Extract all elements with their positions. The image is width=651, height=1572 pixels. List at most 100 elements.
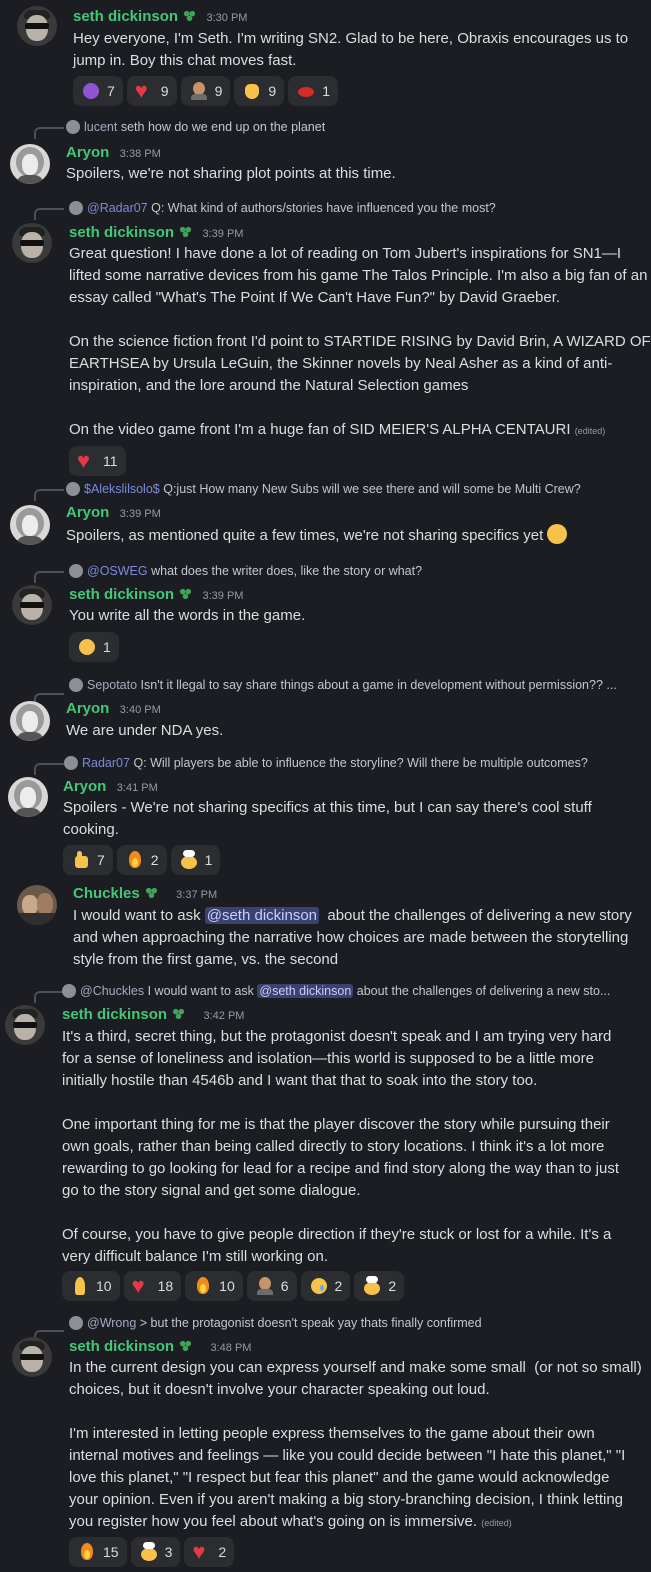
reaction[interactable]: 9 [126, 76, 177, 106]
reactions: 10 18 10 6 2 2 [62, 1271, 405, 1301]
chef-emoji-icon [362, 1276, 382, 1296]
reply-author: Sepotato [87, 678, 138, 692]
reaction-count: 2 [218, 1544, 227, 1560]
reply-spine [34, 127, 64, 139]
reaction[interactable]: 2 [354, 1271, 405, 1301]
reaction[interactable]: 1 [69, 632, 119, 662]
author-name[interactable]: seth dickinson [69, 1338, 174, 1355]
reply-spine [34, 991, 64, 1003]
timestamp: 3:30 PM [206, 12, 248, 24]
reply-preview[interactable]: $Alekslilsolo$ Q:just How many New Subs … [66, 482, 581, 496]
avatar[interactable] [10, 505, 50, 545]
author-name[interactable]: seth dickinson [69, 586, 174, 603]
user-mention[interactable]: @seth dickinson [204, 907, 320, 924]
reply-text: Isn't it llegal to say share things abou… [140, 678, 617, 692]
clover-badge-icon [179, 226, 192, 238]
reaction[interactable]: 1 [288, 76, 338, 106]
avatar[interactable] [12, 223, 52, 263]
reply-text: what does the writer does, like the stor… [151, 564, 423, 578]
reply-preview[interactable]: lucent seth how do we end up on the plan… [66, 120, 325, 134]
reaction[interactable]: 2 [184, 1537, 235, 1567]
reply-author: $Alekslilsolo$ [84, 482, 160, 496]
message-text: In the current design you can express yo… [69, 1359, 642, 1530]
reaction[interactable]: 6 [246, 1271, 297, 1301]
avatar[interactable] [12, 1337, 52, 1377]
edited-label: (edited) [481, 1518, 512, 1528]
reaction[interactable]: 1 [170, 845, 221, 875]
smiling-face-emoji-icon [547, 524, 568, 544]
author-name[interactable]: seth dickinson [69, 224, 174, 241]
reaction[interactable]: 18 [123, 1271, 182, 1301]
chef-emoji-icon [179, 850, 199, 870]
reply-avatar [69, 1316, 83, 1330]
heart-emoji-icon [192, 1539, 212, 1565]
timestamp: 3:38 PM [119, 148, 161, 160]
reaction[interactable]: 2 [116, 845, 167, 875]
avatar[interactable] [10, 144, 50, 184]
avatar[interactable] [17, 885, 57, 925]
waving-hand-emoji-icon [242, 81, 262, 101]
man-face-emoji-icon [255, 1276, 275, 1296]
reaction-count: 11 [103, 453, 118, 469]
reply-preview[interactable]: @OSWEG what does the writer does, like t… [69, 564, 422, 578]
fire-emoji-icon [125, 850, 145, 870]
reaction[interactable]: 3 [130, 1537, 181, 1567]
author-name[interactable]: seth dickinson [62, 1006, 167, 1023]
clover-badge-icon [183, 10, 196, 22]
reaction-count: 18 [157, 1278, 174, 1294]
reply-preview[interactable]: @Wrong > but the protagonist doesn't spe… [69, 1316, 482, 1330]
reactions: 7 9 9 9 1 [73, 76, 338, 106]
praying-hands-emoji-icon [70, 1276, 90, 1296]
reply-avatar [66, 120, 80, 134]
timestamp: 3:39 PM [202, 590, 244, 602]
reaction[interactable]: 2 [300, 1271, 351, 1301]
reaction[interactable]: 11 [69, 446, 126, 476]
reply-preview[interactable]: Radar07 Q: Will players be able to influ… [64, 756, 588, 770]
reply-text: Q:just How many New Subs will we see the… [163, 482, 581, 496]
author-name[interactable]: Chuckles [73, 885, 140, 902]
reply-author: @OSWEG [87, 564, 148, 578]
message-text: You write all the words in the game. [69, 607, 306, 624]
fire-emoji-icon [193, 1276, 213, 1296]
reply-preview[interactable]: @Radar07 Q: What kind of authors/stories… [69, 201, 496, 215]
avatar[interactable] [8, 777, 48, 817]
author-name[interactable]: seth dickinson [73, 8, 178, 25]
timestamp: 3:41 PM [116, 782, 158, 794]
laughing-face-emoji-icon [77, 637, 97, 657]
timestamp: 3:48 PM [210, 1342, 252, 1354]
reaction[interactable]: 10 [62, 1271, 120, 1301]
author-name[interactable]: Aryon [63, 778, 106, 795]
timestamp: 3:42 PM [203, 1010, 245, 1022]
heart-emoji-icon [135, 78, 155, 104]
heart-emoji-icon [132, 1273, 152, 1299]
reply-avatar [69, 564, 83, 578]
reply-preview[interactable]: Sepotato Isn't it llegal to say share th… [69, 678, 649, 692]
reply-text: seth how do we end up on the planet [120, 120, 326, 134]
avatar[interactable] [12, 585, 52, 625]
reply-preview[interactable]: @Chuckles I would want to ask @seth dick… [62, 984, 648, 998]
avatar[interactable] [10, 701, 50, 741]
reaction[interactable]: 9 [180, 76, 231, 106]
author-name[interactable]: Aryon [66, 144, 109, 161]
reply-avatar [66, 482, 80, 496]
message-text: We are under NDA yes. [66, 722, 224, 739]
reaction[interactable]: 9 [234, 76, 285, 106]
chef-emoji-icon [139, 1542, 159, 1562]
reply-text: I would want to ask [147, 984, 258, 998]
reaction-count: 9 [160, 83, 169, 99]
reactions: 7 2 1 [63, 845, 221, 875]
reaction[interactable]: 10 [185, 1271, 243, 1301]
message-text: Hey everyone, I'm Seth. I'm writing SN2.… [73, 30, 629, 69]
reply-spine [34, 208, 64, 220]
avatar[interactable] [5, 1005, 45, 1045]
reaction[interactable]: 7 [63, 845, 113, 875]
reaction[interactable]: 7 [73, 76, 123, 106]
reactions: 11 [69, 446, 126, 476]
clover-badge-icon [145, 887, 157, 899]
crab-emoji-icon [296, 81, 316, 101]
author-name[interactable]: Aryon [66, 504, 109, 521]
avatar[interactable] [17, 6, 57, 46]
author-name[interactable]: Aryon [66, 700, 109, 717]
reaction[interactable]: 15 [69, 1537, 127, 1567]
reaction-count: 1 [103, 639, 111, 655]
